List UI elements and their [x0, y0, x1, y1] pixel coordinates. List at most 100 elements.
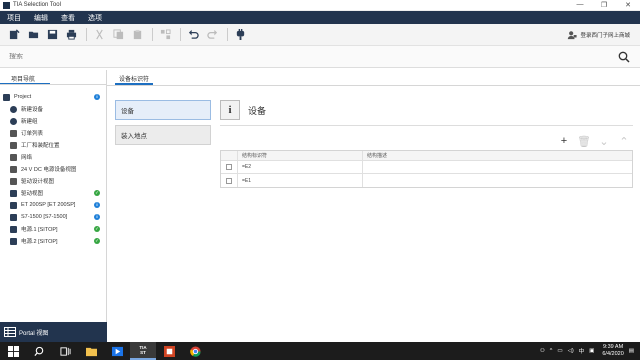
tree-item[interactable]: 订单列表 — [0, 127, 106, 139]
description-cell[interactable] — [363, 161, 632, 173]
powerpoint-button[interactable] — [156, 342, 182, 360]
add-group-icon — [10, 117, 17, 125]
movies-app-button[interactable] — [104, 342, 130, 360]
status-info-icon: i — [94, 202, 100, 208]
table-actions: + 🗑 ⌄ ⌃ — [554, 135, 634, 148]
taskbar-search-button[interactable] — [26, 342, 52, 360]
menu-edit[interactable]: 编辑 — [34, 13, 48, 23]
tree-item[interactable]: ET 200SP [ET 200SP] i — [0, 199, 106, 211]
tree-item[interactable]: S7-1500 [S7-1500] i — [0, 211, 106, 223]
chrome-button[interactable] — [182, 342, 208, 360]
save-button[interactable] — [44, 26, 61, 43]
notifications-icon[interactable]: ▤ — [629, 348, 634, 354]
tree-item[interactable]: 驱动视图 ✓ — [0, 187, 106, 199]
installation-location-button[interactable]: 装入地点 — [115, 125, 211, 145]
delete-icon[interactable]: 🗑 — [574, 135, 594, 148]
people-icon[interactable]: ⚇ — [540, 348, 545, 354]
portal-view-button[interactable]: Portal 视图 — [0, 322, 107, 342]
tree-item-label: 网络 — [21, 155, 33, 161]
login-shop-link[interactable]: 登录西门子网上商城 — [567, 30, 640, 40]
tia-logo-icon: TIA ST — [139, 345, 147, 355]
portal-icon — [4, 327, 16, 337]
cut-button[interactable] — [91, 26, 108, 43]
row-checkbox[interactable] — [226, 177, 232, 184]
clock[interactable]: 9:39 AM 6/4/2020 — [602, 344, 623, 358]
info-icon[interactable]: i — [220, 100, 240, 120]
maximize-button[interactable]: ❐ — [592, 1, 616, 9]
toolbar-divider — [152, 28, 153, 41]
paste-button[interactable] — [129, 26, 146, 43]
tree-item[interactable]: 电源.2 [SITOP] ✓ — [0, 235, 106, 247]
toolbar: 登录西门子网上商城 — [0, 24, 640, 46]
search-input[interactable] — [9, 53, 569, 60]
table-row[interactable]: =E2 — [221, 161, 632, 174]
tree-item[interactable]: 新建设备 — [0, 103, 106, 115]
chevron-up-icon[interactable]: ⌃ — [614, 135, 634, 148]
print-button[interactable] — [63, 26, 80, 43]
column-header-description[interactable]: 结构描述 — [363, 151, 632, 160]
task-view-button[interactable] — [52, 342, 78, 360]
tree-root-project[interactable]: Project i — [0, 91, 106, 103]
status-info-icon: i — [94, 94, 100, 100]
file-explorer-button[interactable] — [78, 342, 104, 360]
menu-options[interactable]: 选项 — [88, 13, 102, 23]
window-controls: — ❐ ✕ — [568, 1, 640, 9]
status-ok-icon: ✓ — [94, 226, 100, 232]
identifier-cell[interactable]: =E1 — [238, 174, 363, 187]
start-button[interactable] — [0, 342, 26, 360]
order-list-icon — [10, 129, 17, 137]
row-select-cell — [221, 174, 238, 187]
minimize-button[interactable]: — — [568, 1, 592, 9]
tree-item[interactable]: 新建组 — [0, 115, 106, 127]
input-language[interactable]: 中 — [579, 347, 585, 355]
add-icon[interactable]: + — [554, 135, 574, 148]
tree-item-label: ET 200SP [ET 200SP] — [21, 202, 76, 208]
description-cell[interactable] — [363, 174, 632, 187]
ime-mode-icon[interactable]: ▣ — [589, 348, 594, 354]
menu-bar: 项目 编辑 查看 选项 — [0, 11, 640, 24]
tree-item-label: 新建设备 — [21, 107, 44, 113]
table-row[interactable]: =E1 — [221, 174, 632, 187]
redo-button[interactable] — [204, 26, 221, 43]
tab-project-navigation[interactable]: 项目导航 — [0, 70, 50, 85]
close-button[interactable]: ✕ — [616, 1, 640, 9]
tree-item[interactable]: 24 V DC 电源设备视图 — [0, 163, 106, 175]
tab-device-identifier[interactable]: 设备标识符 — [115, 70, 154, 85]
project-tree: Project i 新建设备新建组 订单列表 工厂和装配位置网络 24 V DC 电源设备… — [0, 91, 106, 247]
device-icon — [10, 201, 17, 209]
network-icon[interactable]: ▭ — [557, 348, 562, 354]
new-project-button[interactable] — [6, 26, 23, 43]
row-select-cell — [221, 161, 238, 173]
toolbar-divider — [227, 28, 228, 41]
tree-item[interactable]: 工厂和装配位置 — [0, 139, 106, 151]
new-project-icon — [9, 29, 20, 40]
section-title: 设备 — [248, 105, 267, 116]
volume-icon[interactable]: ◁) — [568, 348, 574, 354]
identifier-cell[interactable]: =E2 — [238, 161, 363, 173]
login-shop-label: 登录西门子网上商城 — [580, 32, 630, 39]
network-icon — [10, 153, 17, 161]
project-icon — [3, 93, 10, 101]
menu-project[interactable]: 项目 — [7, 13, 21, 23]
menu-view[interactable]: 查看 — [61, 13, 75, 23]
tia-selection-tool-taskbar-button[interactable]: TIA ST — [130, 342, 156, 360]
hardware-check-button[interactable] — [232, 26, 249, 43]
chevron-down-icon[interactable]: ⌄ — [594, 135, 614, 148]
copy-button[interactable] — [110, 26, 127, 43]
drive-icon — [10, 177, 17, 185]
show-hidden-icons-icon[interactable]: ^ — [550, 348, 553, 354]
column-header-identifier[interactable]: 结构标识符 — [238, 151, 363, 160]
device-nav-button[interactable]: 设备 — [115, 100, 211, 120]
arrange-button[interactable] — [157, 26, 174, 43]
undo-button[interactable] — [185, 26, 202, 43]
open-button[interactable] — [25, 26, 42, 43]
main-content: 设备标识符 设备 装入地点 i 设备 + 🗑 ⌄ ⌃ 结构标识符 结构描述 =E… — [107, 70, 640, 342]
tree-item[interactable]: 电源.1 [SITOP] ✓ — [0, 223, 106, 235]
search-icon[interactable] — [618, 51, 630, 63]
tree-item[interactable]: 网络 — [0, 151, 106, 163]
user-lock-icon — [568, 30, 578, 39]
tree-item-label: 驱动设计视图 — [21, 179, 55, 185]
search-bar — [0, 46, 640, 68]
row-checkbox[interactable] — [226, 164, 232, 170]
tree-item[interactable]: 驱动设计视图 — [0, 175, 106, 187]
